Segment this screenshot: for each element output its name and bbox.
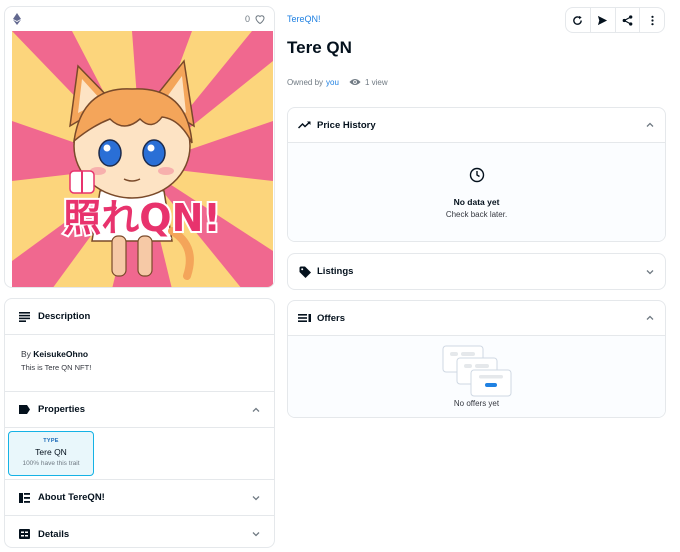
details-icon [18,528,30,540]
no-offers-text: No offers yet [453,399,500,408]
trait-card[interactable]: TYPE Tere QN 100% have this trait [8,431,94,476]
action-toolbar [565,7,665,33]
listings-label: Listings [317,266,354,277]
chevron-up-icon [646,315,654,320]
empty-subtitle: Check back later. [445,210,508,219]
image-topbar: 0 [5,7,274,31]
empty-offers-illustration-icon [442,345,511,397]
offers-label: Offers [317,312,345,324]
chevron-up-icon [646,122,654,127]
owned-by-label: Owned by [287,77,324,87]
trait-type: TYPE [43,438,59,444]
owner-link[interactable]: you [326,78,339,87]
description-header-label: Description [38,311,91,322]
share-icon [622,14,633,26]
owner-row: Owned by you 1 view [287,77,388,87]
description-text: This is Tere QN NFT! [21,363,92,372]
details-panel: Description By KeisukeOhno This is Tere … [4,298,275,548]
chevron-down-icon [252,495,260,500]
collection-link[interactable]: TereQN! [287,14,321,24]
by-label: By [21,349,31,359]
listings-panel: Listings [287,253,666,290]
empty-title: No data yet [453,197,500,207]
description-body: By KeisukeOhno This is Tere QN NFT! [5,335,274,392]
nft-image-card: 0 照れQN! [4,6,275,288]
price-history-label: Price History [317,119,376,131]
nft-title: Tere QN [287,38,352,57]
heart-icon[interactable] [254,13,266,25]
send-icon [598,15,608,25]
chevron-down-icon [646,269,654,274]
more-options-button[interactable] [640,8,664,32]
label-tag-icon [18,404,30,416]
chevron-down-icon [252,532,260,537]
favorite-control[interactable]: 0 [245,13,266,25]
tag-icon [298,266,311,278]
more-icon [651,15,654,25]
offers-empty: No offers yet [288,336,665,417]
description-header[interactable]: Description [5,299,274,335]
nft-artwork[interactable]: 照れQN! [12,31,273,287]
price-history-header[interactable]: Price History [288,108,665,143]
price-history-panel: Price History No data yet Check back lat… [287,107,666,242]
trait-value: Tere QN [35,447,67,457]
listings-header[interactable]: Listings [288,254,665,289]
properties-body: TYPE Tere QN 100% have this trait [5,428,274,480]
clock-icon [469,167,484,183]
offers-header[interactable]: Offers [288,301,665,336]
details-header[interactable]: Details [5,516,274,547]
description-icon [18,311,30,323]
price-history-empty: No data yet Check back later. [288,143,665,241]
about-icon [18,492,30,504]
trending-icon [298,119,311,131]
trait-rarity: 100% have this trait [22,460,80,467]
artwork-image: 照れQN! [12,31,273,287]
properties-header-label: Properties [38,404,85,415]
artwork-title-text: 照れQN! [63,196,220,240]
favorite-count: 0 [244,14,250,24]
eye-icon [349,79,361,85]
refresh-icon [573,15,583,25]
details-header-label: Details [38,528,70,540]
creator-link[interactable]: KeisukeOhno [33,349,88,359]
offers-list-icon [298,312,311,324]
about-header-label: About TereQN! [38,492,105,503]
offers-panel: Offers No offers yet [287,300,666,418]
refresh-metadata-button[interactable] [566,8,591,32]
ethereum-icon [13,13,21,25]
view-count: 1 view [364,77,388,87]
share-button[interactable] [616,8,641,32]
about-collection-header[interactable]: About TereQN! [5,480,274,516]
properties-header[interactable]: Properties [5,392,274,428]
chevron-up-icon [252,407,260,412]
description-creator-line: By KeisukeOhno [21,349,258,359]
transfer-button[interactable] [591,8,616,32]
